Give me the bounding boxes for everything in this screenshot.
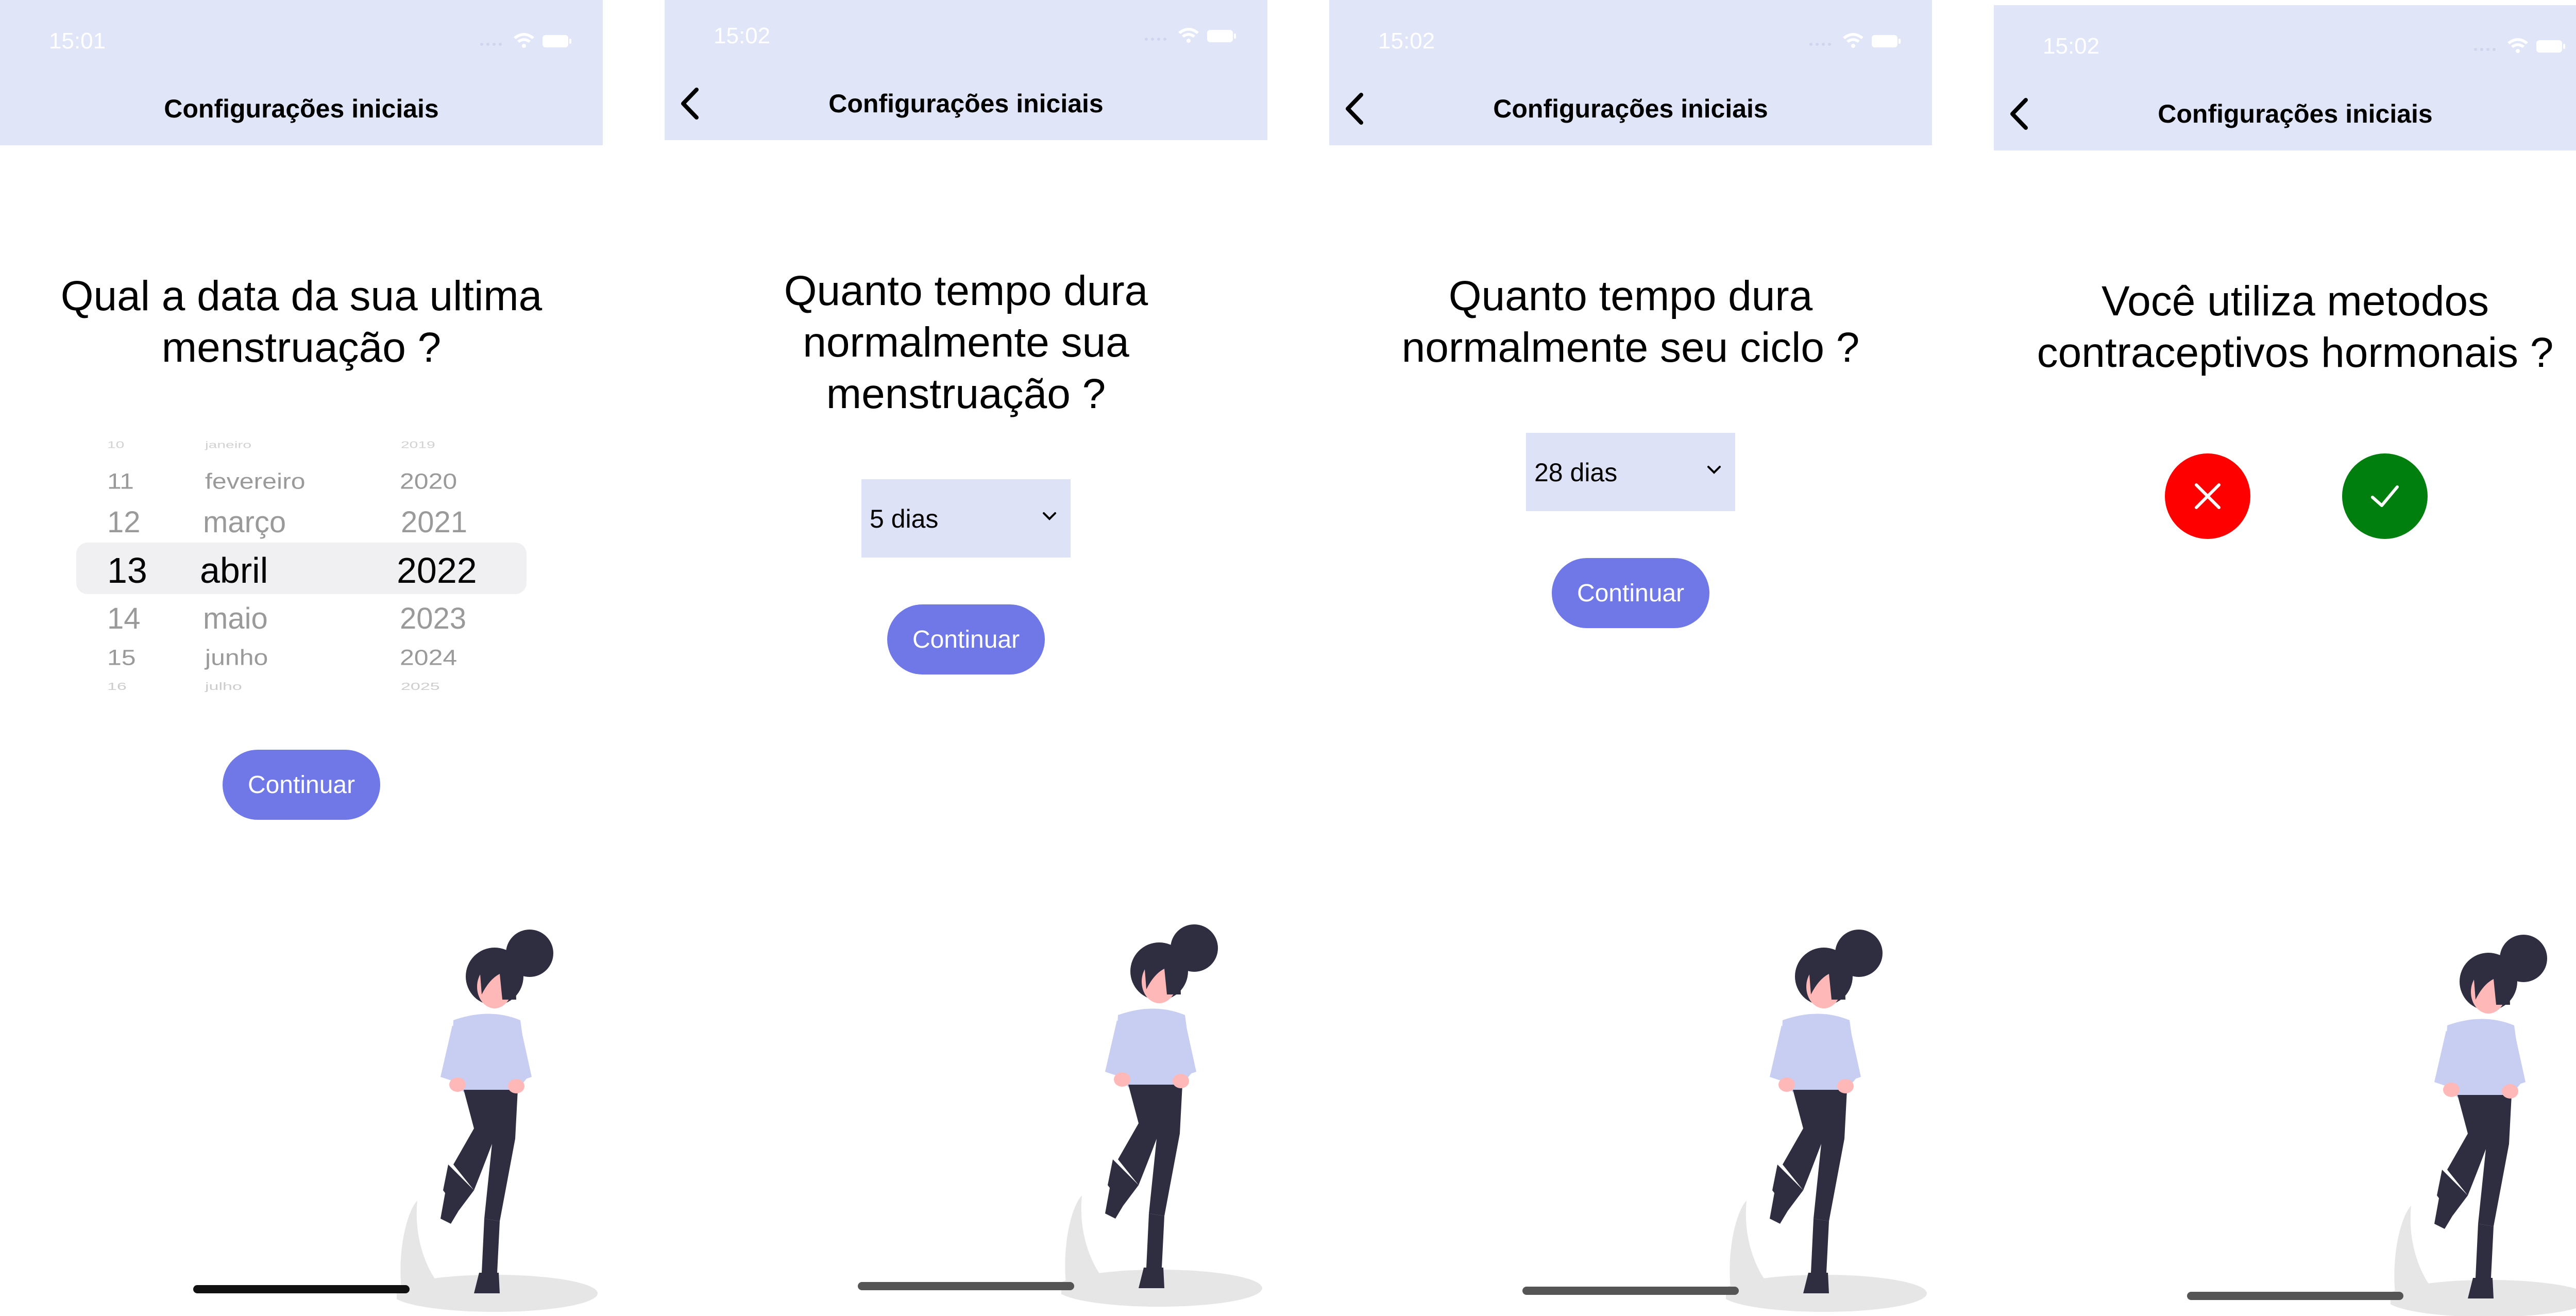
close-icon	[2195, 483, 2221, 509]
status-time: 15:02	[1378, 28, 1435, 54]
continue-button[interactable]: Continuar	[223, 750, 380, 820]
yes-button[interactable]	[2342, 453, 2428, 539]
picker-month-selected[interactable]: abril	[200, 550, 268, 591]
woman-illustration	[397, 930, 598, 1312]
screen-period-duration: 15:02 Configurações iniciais Quanto temp…	[665, 0, 1267, 1316]
signal-icon	[480, 43, 502, 46]
page-title: Configurações iniciais	[828, 89, 1104, 118]
home-indicator	[2187, 1292, 2403, 1300]
picker-day-selected[interactable]: 13	[107, 550, 147, 591]
home-indicator	[193, 1285, 410, 1293]
status-icons	[1806, 30, 1904, 53]
picker-day-column[interactable]: 10 11 12 13 14 15 16	[107, 430, 179, 708]
screen-last-period-date: 15:01 Configurações iniciais Qual a data	[0, 0, 603, 1316]
picker-month-option[interactable]: fevereiro	[205, 468, 306, 494]
status-icons	[2470, 35, 2568, 58]
status-icons	[477, 30, 574, 53]
status-bar: 15:02	[1994, 5, 2576, 77]
page-title: Configurações iniciais	[1493, 94, 1768, 123]
continue-button[interactable]: Continuar	[1552, 558, 1709, 628]
home-indicator	[1522, 1287, 1739, 1295]
continue-button[interactable]: Continuar	[887, 604, 1045, 674]
nav-bar: Configurações iniciais	[1329, 72, 1932, 145]
screen-hormonal-contraceptives: 15:02 Configurações iniciais Você utiliz…	[1994, 0, 2576, 1316]
picker-month-column[interactable]: janeiro fevereiro março abril maio junho…	[200, 430, 365, 708]
battery-icon	[1207, 30, 1236, 42]
cycle-duration-select[interactable]: 28 dias	[1526, 433, 1735, 511]
select-value: 5 dias	[870, 504, 939, 533]
battery-icon	[1872, 35, 1901, 47]
page-title: Configurações iniciais	[164, 94, 439, 123]
chevron-down-icon	[1707, 466, 1721, 474]
no-button[interactable]	[2165, 453, 2250, 539]
picker-month-option[interactable]: junho	[205, 645, 268, 670]
question-text: Quanto tempo dura normalmente seu ciclo …	[1401, 273, 1860, 371]
woman-illustration	[1061, 924, 1262, 1307]
period-duration-select[interactable]: 5 dias	[861, 479, 1071, 558]
picker-year-selected[interactable]: 2022	[397, 550, 477, 591]
wifi-icon	[2507, 38, 2528, 53]
signal-icon	[1145, 38, 1166, 41]
chevron-down-icon	[1043, 512, 1056, 520]
question-text: Você utiliza metodos contraceptivos horm…	[2037, 278, 2554, 376]
select-value: 28 dias	[1534, 458, 1618, 487]
signal-icon	[1809, 43, 1831, 46]
wifi-icon	[1178, 28, 1199, 43]
status-bar: 15:02	[665, 0, 1267, 67]
page-title: Configurações iniciais	[2158, 99, 2433, 128]
woman-illustration	[2391, 935, 2576, 1316]
signal-icon	[2474, 48, 2496, 51]
picker-year-option[interactable]: 2021	[401, 505, 467, 539]
picker-month-option[interactable]: janeiro	[205, 440, 251, 450]
status-icons	[1141, 25, 1239, 48]
wifi-icon	[514, 33, 534, 48]
status-time: 15:01	[49, 28, 106, 54]
battery-icon	[2536, 40, 2565, 53]
nav-bar: Configurações iniciais	[1994, 77, 2576, 150]
picker-day-option[interactable]: 16	[107, 681, 127, 693]
question-text: Quanto tempo dura normalmente sua menstr…	[784, 267, 1148, 417]
question-text: Qual a data da sua ultima menstruação ?	[60, 273, 543, 371]
woman-illustration	[1726, 930, 1927, 1312]
status-time: 15:02	[714, 23, 771, 48]
picker-day-option[interactable]: 12	[107, 505, 141, 539]
picker-day-option[interactable]: 10	[107, 440, 124, 450]
picker-year-option[interactable]: 2019	[401, 440, 435, 450]
picker-month-option[interactable]: maio	[203, 601, 268, 636]
home-indicator	[858, 1282, 1074, 1290]
picker-month-option[interactable]: março	[203, 505, 286, 539]
nav-bar: Configurações iniciais	[665, 67, 1267, 140]
picker-day-option[interactable]: 11	[107, 468, 134, 494]
check-icon	[2371, 485, 2399, 507]
battery-icon	[543, 35, 571, 47]
picker-year-option[interactable]: 2024	[400, 645, 457, 670]
wifi-icon	[1843, 33, 1863, 48]
picker-day-option[interactable]: 14	[107, 601, 141, 636]
picker-year-option[interactable]: 2023	[400, 601, 466, 636]
status-time: 15:02	[2043, 33, 2100, 59]
picker-year-option[interactable]: 2025	[401, 681, 440, 693]
nav-bar: Configurações iniciais	[0, 72, 603, 145]
picker-month-option[interactable]: julho	[205, 681, 242, 693]
picker-day-option[interactable]: 15	[107, 645, 136, 670]
screen-cycle-duration: 15:02 Configurações iniciais Quanto temp…	[1329, 0, 1932, 1316]
status-bar: 15:02	[1329, 0, 1932, 72]
date-picker[interactable]: 10 11 12 13 14 15 16 janeiro fevereiro m…	[76, 430, 527, 708]
status-bar: 15:01	[0, 0, 603, 72]
picker-year-column[interactable]: 2019 2020 2021 2022 2023 2024 2025	[397, 430, 500, 708]
picker-year-option[interactable]: 2020	[400, 468, 457, 494]
